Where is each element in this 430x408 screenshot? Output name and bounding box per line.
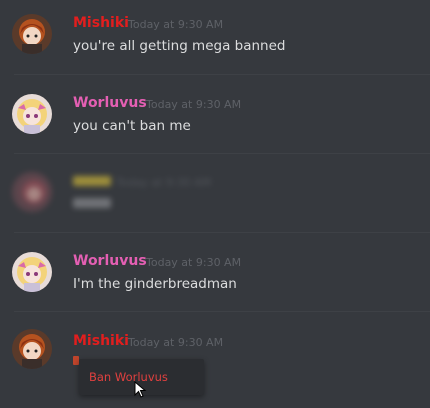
timestamp: Today at 9:30 AM [128, 336, 224, 349]
mishiki-avatar-icon [12, 329, 52, 369]
message-divider [14, 74, 430, 75]
user-avatar[interactable] [12, 94, 52, 134]
timestamp: Today at 9:30 AM [128, 18, 224, 31]
timestamp: Today at 9:30 AM [146, 98, 242, 111]
timestamp: Today at 9:30 AM [116, 176, 212, 189]
mishiki-avatar-icon [12, 14, 52, 54]
worluvus-avatar-icon [12, 252, 52, 292]
message-text: you're all getting mega banned [73, 38, 286, 54]
message-text: you can't ban me [73, 118, 191, 134]
worluvus-avatar-icon [12, 94, 52, 134]
user-avatar[interactable] [12, 172, 52, 212]
message-divider [14, 232, 430, 233]
message-divider [14, 153, 430, 154]
message-text: I'm the ginderbreadman [73, 276, 237, 292]
username[interactable]: Mishiki [73, 333, 129, 349]
blurred-avatar-icon [12, 172, 52, 212]
username[interactable]: Worluvus [73, 95, 147, 111]
ban-user-menu-item[interactable]: Ban Worluvus [89, 370, 168, 384]
mouse-cursor-icon [134, 381, 147, 398]
timestamp: Today at 9:30 AM [146, 256, 242, 269]
username[interactable]: Worluvus [73, 253, 147, 269]
chat-messages: Mishiki Today at 9:30 AM you're all gett… [0, 0, 430, 408]
username[interactable] [73, 176, 111, 186]
message-text [73, 198, 111, 208]
user-avatar[interactable] [12, 14, 52, 54]
username[interactable]: Mishiki [73, 15, 129, 31]
user-avatar[interactable] [12, 252, 52, 292]
user-avatar[interactable] [12, 329, 52, 369]
message-divider [14, 311, 430, 312]
